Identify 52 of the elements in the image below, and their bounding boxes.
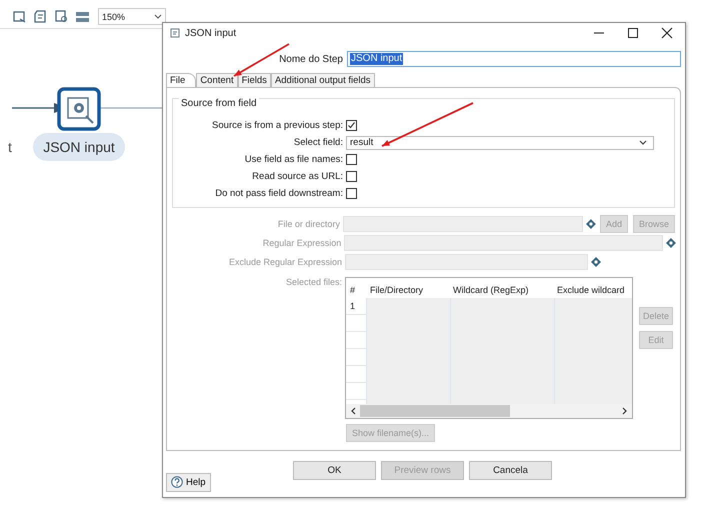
field-label: Regular Expression	[262, 238, 342, 248]
grid-icon[interactable]	[75, 9, 90, 24]
document-icon[interactable]	[33, 9, 48, 24]
button[interactable]: Cancela	[469, 460, 552, 480]
search-document-icon[interactable]	[54, 9, 69, 24]
caret-icon	[639, 140, 647, 146]
field-label: Read source as URL:	[251, 171, 344, 182]
dialog-icon	[170, 28, 181, 39]
variable-icon	[666, 238, 676, 248]
scrollbar-thumb[interactable]	[360, 405, 510, 418]
field-label: Do not pass field downstream:	[214, 188, 344, 200]
checkbox[interactable]	[346, 171, 357, 182]
field-label: File or directory	[276, 218, 341, 229]
column-header[interactable]: Wildcard (RegExp)	[449, 285, 553, 298]
close-icon[interactable]	[661, 27, 673, 40]
column-header[interactable]: #	[346, 285, 366, 298]
horizontal-scrollbar[interactable]	[346, 404, 632, 418]
transform-icon[interactable]	[12, 9, 27, 24]
help-icon	[171, 476, 183, 488]
select-field[interactable]: result	[346, 136, 654, 150]
field-label: Use field as file names:	[244, 154, 344, 166]
variable-icon	[586, 218, 596, 229]
field-label: Exclude Regular Expression	[228, 256, 343, 267]
group-title: Source from field	[179, 98, 259, 110]
step-icon[interactable]	[57, 87, 101, 131]
help-button[interactable]: Help	[166, 472, 211, 492]
checkbox[interactable]	[346, 120, 357, 132]
caret-icon	[154, 14, 162, 19]
tab[interactable]: Additional output fields	[270, 73, 375, 88]
variable-icon	[591, 256, 601, 267]
column-header[interactable]: File/Directory	[366, 285, 449, 298]
maximize-icon[interactable]	[627, 27, 639, 40]
button[interactable]: OK	[293, 460, 376, 480]
column-header[interactable]: Exclude wildcard	[553, 285, 630, 298]
tab[interactable]: File	[166, 73, 196, 88]
checkbox[interactable]	[346, 188, 357, 200]
input-field[interactable]	[342, 216, 584, 232]
zoom-dropdown[interactable]: 150%	[98, 8, 166, 25]
step-label: JSON input	[33, 133, 125, 161]
field-label: Select field:	[292, 137, 344, 148]
checkbox[interactable]	[346, 154, 357, 166]
input-field[interactable]	[345, 254, 588, 270]
window-title: JSON input	[185, 28, 236, 39]
hop-line	[100, 107, 164, 110]
input-field[interactable]	[344, 234, 664, 251]
tab[interactable]: Fields	[238, 73, 271, 88]
field-label: Nome do Step	[278, 54, 344, 65]
field-label: Source is from a previous step:	[211, 120, 344, 132]
tab[interactable]: Content	[196, 73, 238, 88]
step-name-field[interactable]: JSON input	[347, 51, 681, 68]
field-label: Selected files:	[284, 277, 343, 288]
step-label: t	[8, 139, 12, 155]
